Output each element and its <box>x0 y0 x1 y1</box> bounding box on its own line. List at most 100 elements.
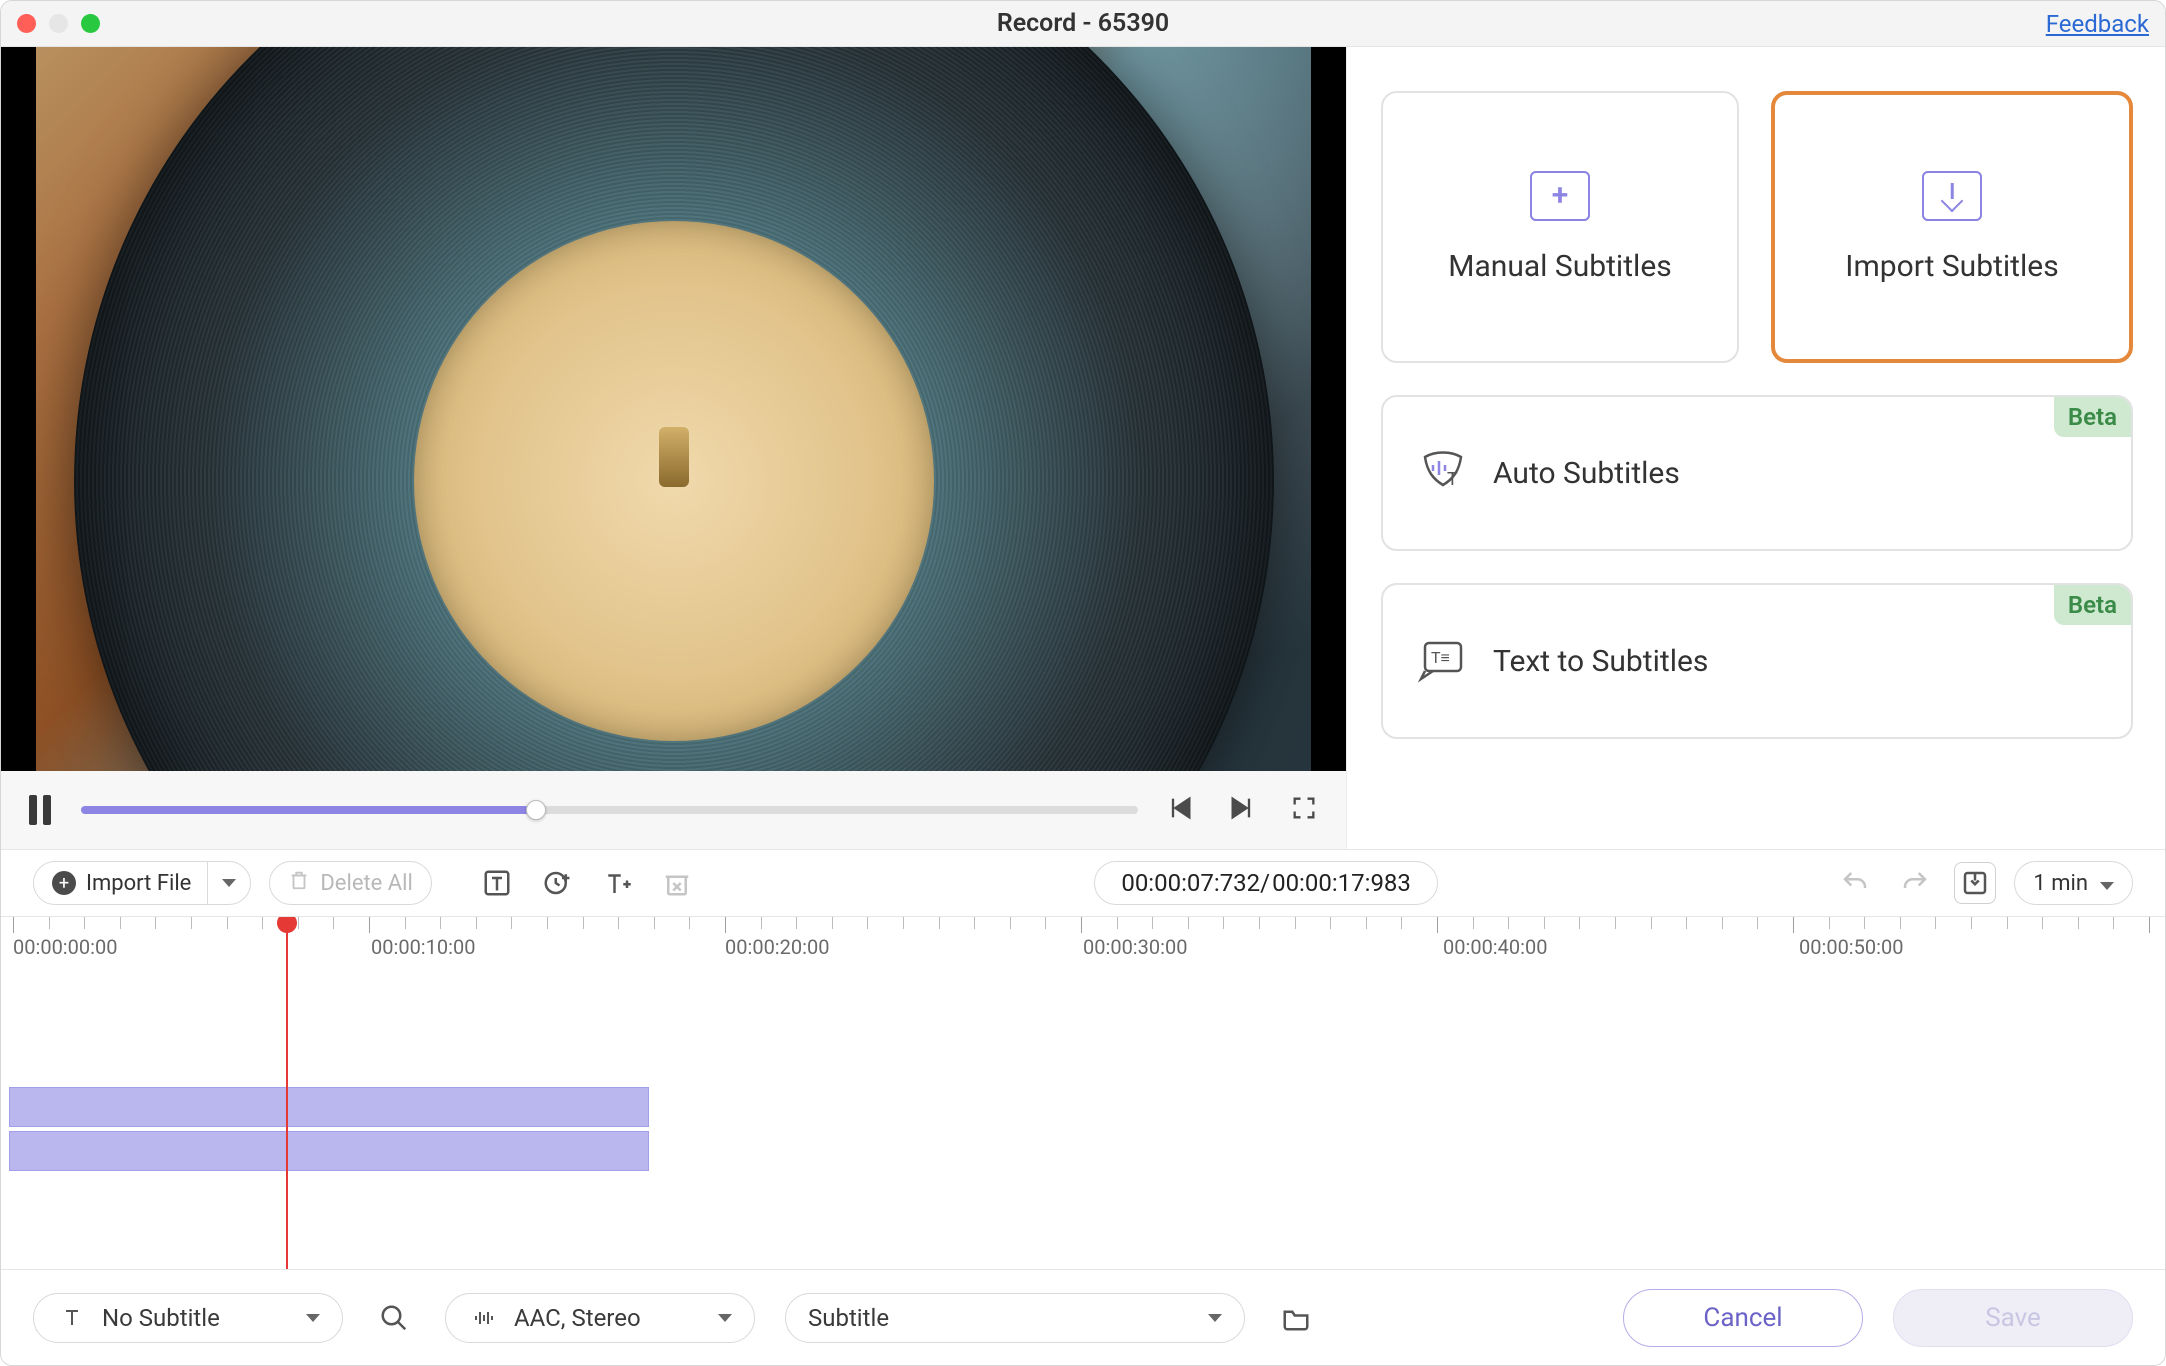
folder-button[interactable] <box>1275 1297 1317 1339</box>
ruler-tick <box>1829 917 1830 929</box>
clip-2[interactable] <box>9 1131 649 1171</box>
cancel-label: Cancel <box>1703 1303 1782 1333</box>
chevron-down-icon <box>306 1314 320 1322</box>
ruler-tick <box>120 917 121 929</box>
ruler-tick <box>1935 917 1936 929</box>
manual-subtitles-card[interactable]: Manual Subtitles <box>1381 91 1739 363</box>
ruler-tick <box>583 917 584 929</box>
save-label: Save <box>1985 1303 2041 1333</box>
ruler-tick <box>796 917 797 929</box>
ruler-tick <box>369 917 370 933</box>
window-close-button[interactable] <box>17 14 36 33</box>
window-minimize-button[interactable] <box>49 14 68 33</box>
cancel-button[interactable]: Cancel <box>1623 1289 1863 1347</box>
ruler-tick <box>1081 917 1082 933</box>
ruler-tick <box>191 917 192 929</box>
subtitle-select-value: No Subtitle <box>102 1304 220 1332</box>
chevron-down-icon <box>718 1314 732 1322</box>
snap-button[interactable] <box>1954 862 1996 904</box>
import-file-button[interactable]: + Import File <box>33 861 251 905</box>
ruler-tick <box>476 917 477 929</box>
text-plus-button[interactable] <box>596 862 638 904</box>
player-right-controls <box>1166 794 1318 826</box>
ruler-tick <box>1686 917 1687 929</box>
next-button[interactable] <box>1228 794 1256 826</box>
ruler-tick <box>689 917 690 929</box>
subtitle-select[interactable]: No Subtitle <box>33 1293 343 1343</box>
video-column <box>1 47 1347 849</box>
ruler-tick <box>1473 917 1474 929</box>
ruler-tick <box>939 917 940 929</box>
search-button[interactable] <box>373 1297 415 1339</box>
timecode-display: 00:00:07:732 / 00:00:17:983 <box>1094 861 1438 905</box>
ruler-tick <box>333 917 334 929</box>
svg-text:T: T <box>1447 469 1458 490</box>
delete-all-button[interactable]: Delete All <box>269 861 432 905</box>
time-total: 00:00:17:983 <box>1272 869 1411 897</box>
zoom-select[interactable]: 1 min <box>2014 861 2133 905</box>
ruler-tick <box>1615 917 1616 929</box>
delete-text-button <box>656 862 698 904</box>
ruler-tick <box>1330 917 1331 929</box>
auto-subtitles-card[interactable]: T Auto Subtitles Beta <box>1381 395 2133 551</box>
audio-select[interactable]: AAC, Stereo <box>445 1293 755 1343</box>
clip-1[interactable] <box>9 1087 649 1127</box>
download-icon <box>1922 171 1982 221</box>
ruler-tick <box>2007 917 2008 929</box>
subtitle-options-panel: Manual Subtitles Import Subtitles T <box>1347 47 2165 849</box>
playback-progress[interactable] <box>81 806 1138 814</box>
waveform-icon <box>468 1306 500 1330</box>
ruler-tick <box>654 917 655 929</box>
track-select[interactable]: Subtitle <box>785 1293 1245 1343</box>
ruler-tick <box>405 917 406 929</box>
playhead[interactable] <box>286 917 288 1269</box>
ruler-tick <box>2078 917 2079 929</box>
text-icon <box>56 1306 88 1330</box>
window-zoom-button[interactable] <box>81 14 100 33</box>
feedback-link[interactable]: Feedback <box>2046 10 2149 38</box>
audio-select-value: AAC, Stereo <box>514 1304 641 1332</box>
fullscreen-button[interactable] <box>1290 794 1318 826</box>
subtitle-card-row: Manual Subtitles Import Subtitles <box>1381 91 2133 363</box>
import-subtitles-card[interactable]: Import Subtitles <box>1771 91 2133 363</box>
time-separator: / <box>1260 869 1270 897</box>
ruler-tick <box>1010 917 1011 929</box>
ruler-tick <box>1437 917 1438 933</box>
ruler-tick <box>84 917 85 929</box>
video-preview[interactable] <box>1 47 1346 771</box>
ruler-tick <box>832 917 833 929</box>
ruler-tick <box>1152 917 1153 929</box>
previous-button[interactable] <box>1166 794 1194 826</box>
timeline-ruler[interactable]: 00:00:00:00 00:00:10:00 00:00:20:00 00:0… <box>1 917 2165 961</box>
ruler-tick <box>2149 917 2150 933</box>
ruler-tick <box>1864 917 1865 929</box>
ruler-tick <box>1188 917 1189 929</box>
ruler-tick <box>49 917 50 929</box>
ruler-tick <box>547 917 548 929</box>
pause-button[interactable] <box>29 795 53 825</box>
time-insert-button[interactable] <box>536 862 578 904</box>
ruler-tick <box>1971 917 1972 929</box>
chevron-down-icon <box>2100 871 2114 896</box>
ruler-tick <box>1401 917 1402 929</box>
timeline[interactable]: 00:00:00:00 00:00:10:00 00:00:20:00 00:0… <box>1 917 2165 1269</box>
text-to-subtitles-card[interactable]: T≡ Text to Subtitles Beta <box>1381 583 2133 739</box>
chevron-down-icon[interactable] <box>222 879 236 887</box>
progress-thumb[interactable] <box>526 800 546 820</box>
chevron-down-icon <box>1208 1314 1222 1322</box>
save-button: Save <box>1893 1289 2133 1347</box>
progress-fill <box>81 806 536 814</box>
timeline-toolbar: + Import File Delete All 00:00:07:7 <box>1 849 2165 917</box>
ruler-tick <box>13 917 14 933</box>
track-select-value: Subtitle <box>808 1304 889 1332</box>
window-controls <box>17 14 100 33</box>
ruler-tick <box>298 917 299 929</box>
trash-icon <box>288 869 310 897</box>
ruler-tick <box>227 917 228 929</box>
add-text-button[interactable] <box>476 862 518 904</box>
ruler-tick <box>440 917 441 929</box>
timeline-tracks <box>9 1087 2165 1175</box>
ruler-tick <box>1579 917 1580 929</box>
text-to-subtitles-icon: T≡ <box>1417 633 1469 689</box>
redo-button <box>1894 862 1936 904</box>
